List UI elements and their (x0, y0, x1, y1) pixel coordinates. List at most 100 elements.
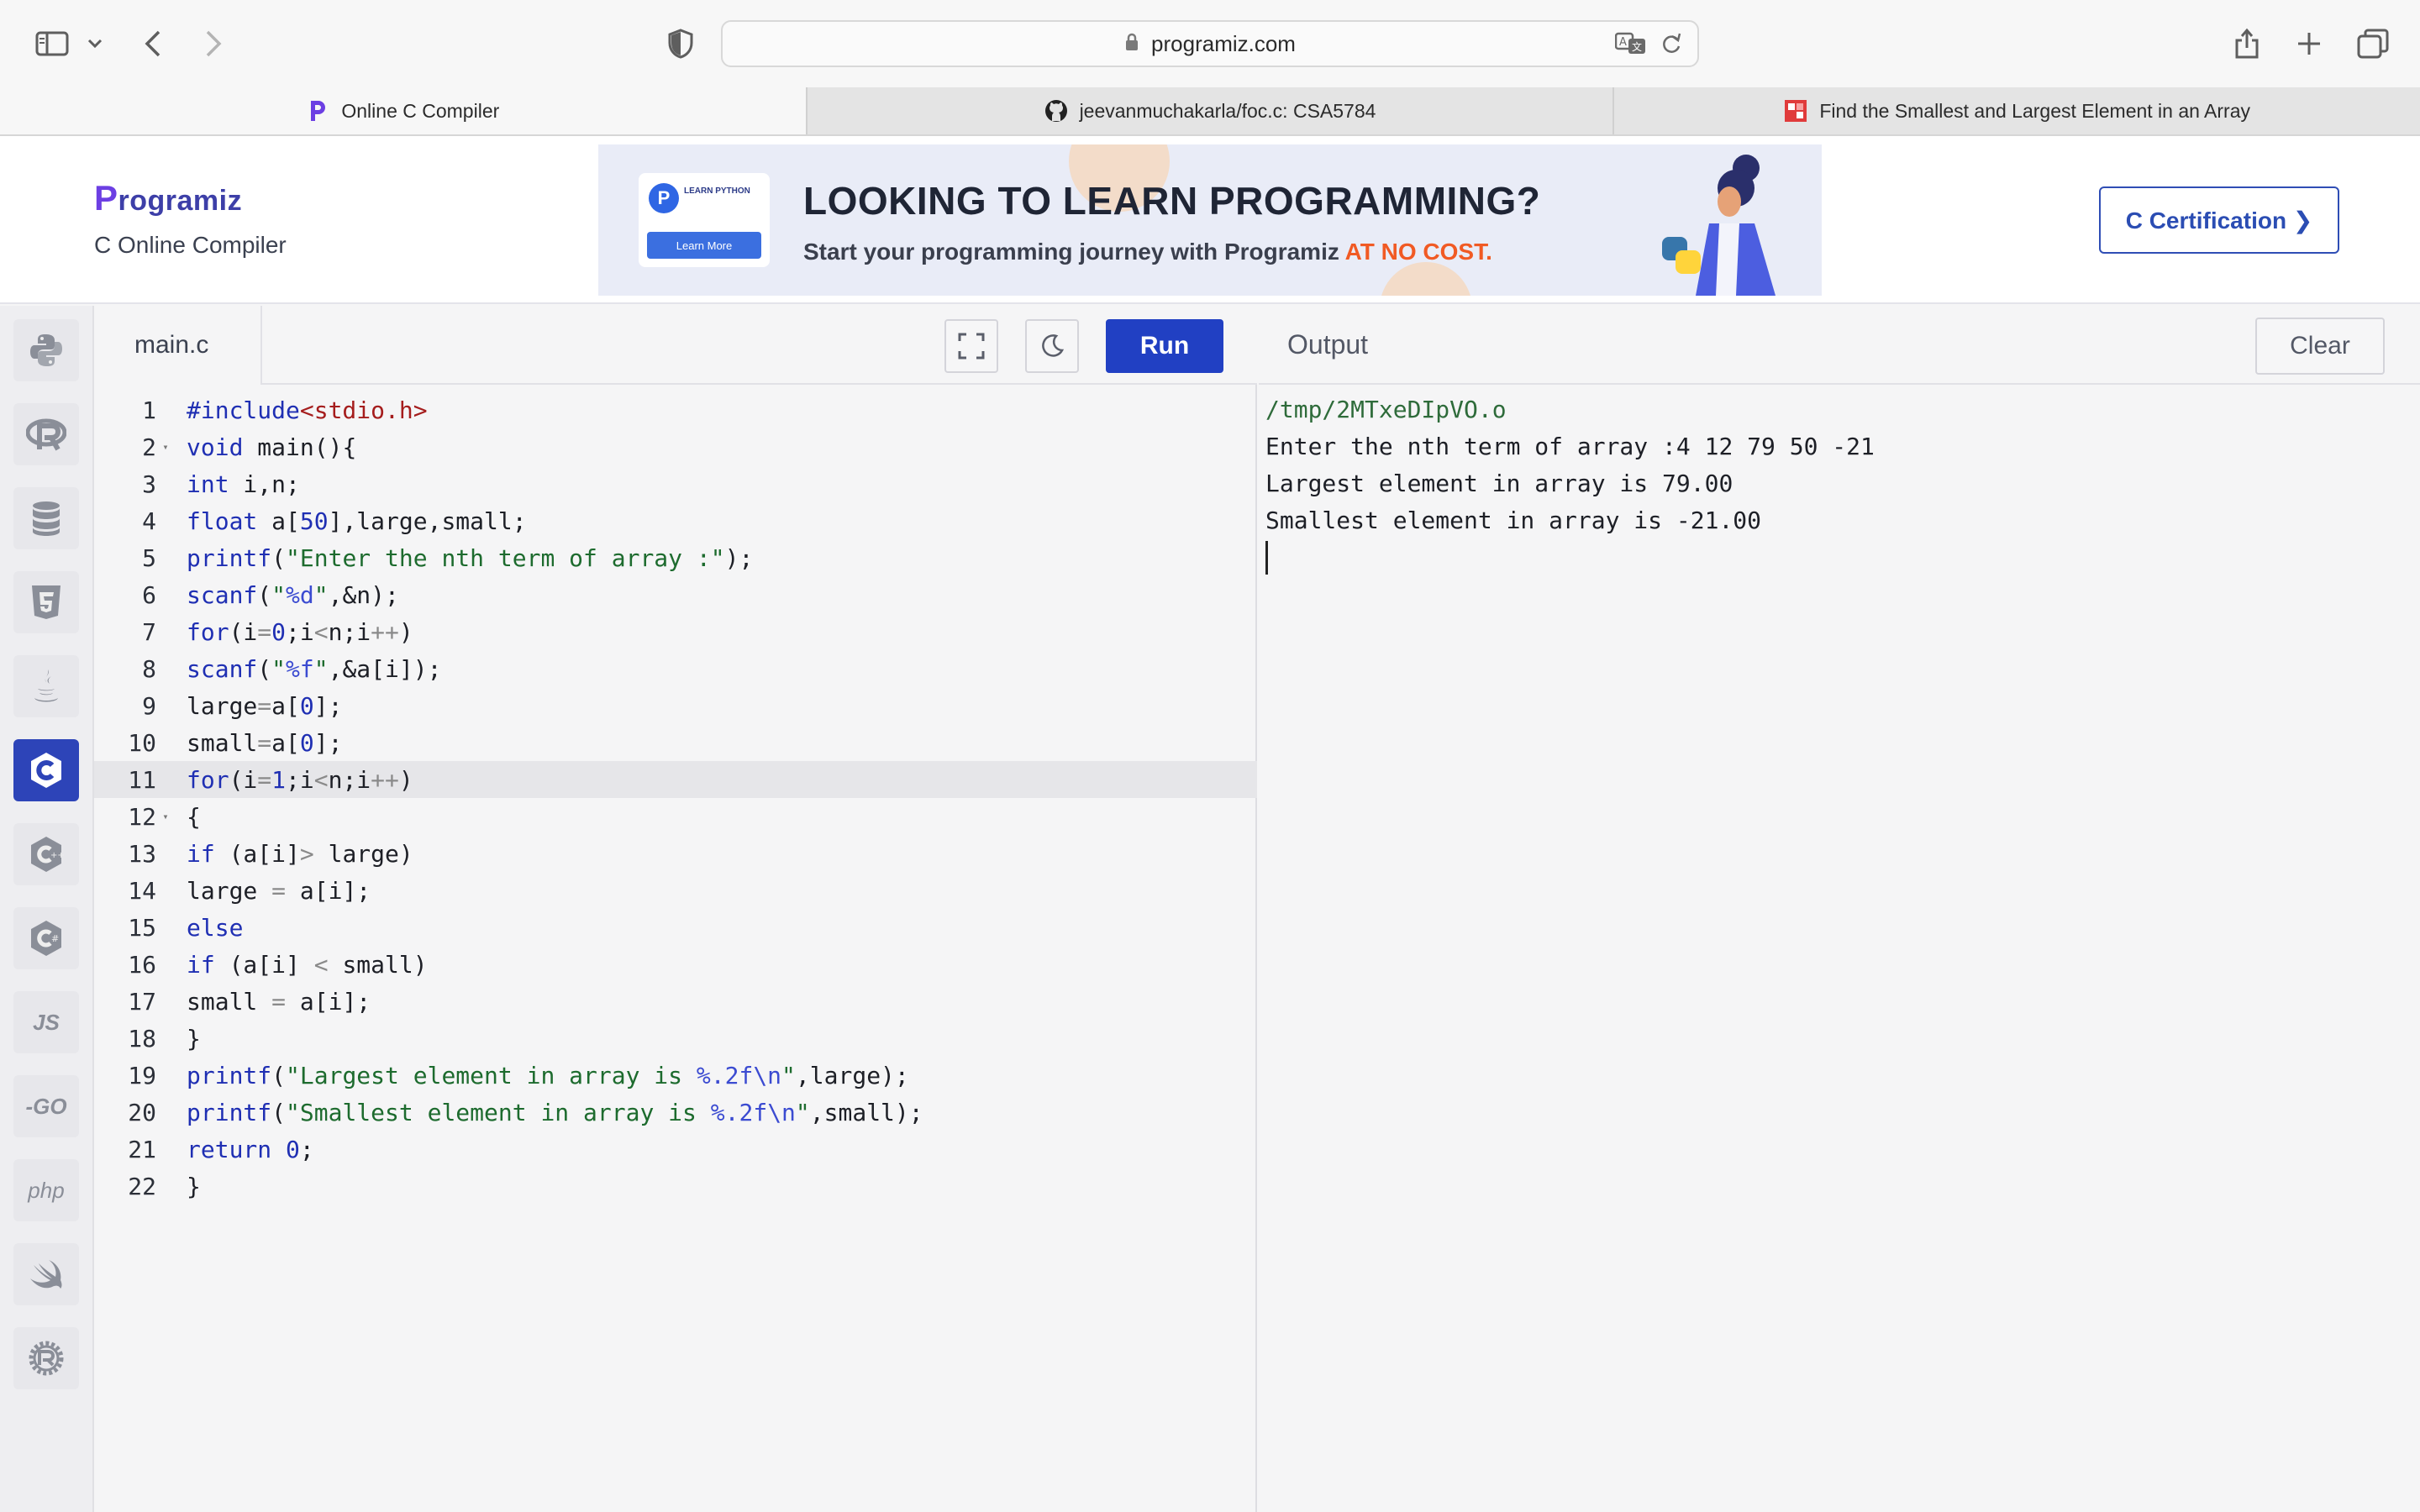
new-tab-icon[interactable] (2292, 22, 2326, 66)
programiz-logo[interactable]: Programiz (94, 178, 242, 218)
code-text: if (a[i] < small) (187, 950, 428, 979)
code-text: } (187, 1024, 201, 1053)
output-line: Smallest element in array is -21.00 (1265, 507, 1762, 534)
c-icon (31, 753, 61, 788)
code-text: small = a[i]; (187, 987, 371, 1016)
sidebar-item-csharp[interactable]: # (13, 907, 79, 969)
reload-icon[interactable] (1660, 32, 1682, 60)
code-line[interactable]: 6 scanf("%d",&n); (94, 576, 1257, 613)
sidebar-toggle-icon[interactable] (32, 22, 72, 66)
code-line[interactable]: 17 small = a[i]; (94, 983, 1257, 1020)
rust-icon (29, 1341, 64, 1376)
fold-toggle-icon[interactable]: ▾ (160, 798, 171, 835)
forward-icon[interactable] (197, 22, 230, 66)
code-line[interactable]: 13 if (a[i]> large) (94, 835, 1257, 872)
line-number: 16 (128, 950, 156, 979)
translate-icon[interactable]: A文 (1614, 32, 1647, 60)
code-line[interactable]: 11 for(i=1;i<n;i++) (94, 761, 1257, 798)
output-panel: Output Clear /tmp/2MTxeDIpVO.o Enter the … (1259, 306, 2420, 1512)
c-certification-button[interactable]: C Certification ❯ (2099, 186, 2339, 254)
gutter-spacer (160, 391, 171, 428)
tab-label: Find the Smallest and Largest Element in… (1819, 99, 2251, 122)
code-line[interactable]: 4 float a[50],large,small; (94, 502, 1257, 539)
java-icon (34, 669, 58, 702)
code-text: { (187, 802, 201, 831)
ad-banner[interactable]: P LEARN PYTHON Learn More LOOKING TO LEA… (598, 144, 1822, 296)
share-icon[interactable] (2230, 22, 2264, 66)
gutter-spacer (160, 687, 171, 724)
output-console[interactable]: /tmp/2MTxeDIpVO.o Enter the nth term of a… (1265, 391, 1875, 575)
line-number: 10 (128, 728, 156, 757)
python-icon (30, 334, 62, 366)
sidebar-item-r[interactable] (13, 403, 79, 465)
code-line[interactable]: 10 small=a[0]; (94, 724, 1257, 761)
php-icon: php (28, 1177, 65, 1203)
tab-smallest-largest[interactable]: Find the Smallest and Largest Element in… (1612, 87, 2420, 134)
sidebar-item-swift[interactable] (13, 1243, 79, 1305)
gutter-spacer (160, 946, 171, 983)
language-sidebar: ++ # JS -GO php (0, 306, 94, 1512)
gutter-spacer (160, 983, 171, 1020)
code-line[interactable]: 18} (94, 1020, 1257, 1057)
tab-github-foc[interactable]: jeevanmuchakarla/foc.c: CSA5784 (805, 87, 1613, 134)
sidebar-item-php[interactable]: php (13, 1159, 79, 1221)
code-text: if (a[i]> large) (187, 839, 413, 868)
code-line[interactable]: 1 #include<stdio.h> (94, 391, 1257, 428)
code-line[interactable]: 21 return 0; (94, 1131, 1257, 1168)
fold-toggle-icon[interactable]: ▾ (160, 428, 171, 465)
fullscreen-button[interactable] (944, 319, 998, 373)
line-number: 22 (128, 1172, 156, 1200)
sidebar-item-c[interactable] (13, 739, 79, 801)
line-number: 7 (142, 617, 156, 646)
sidebar-item-java[interactable] (13, 655, 79, 717)
privacy-shield-icon[interactable] (664, 22, 697, 66)
code-area[interactable]: 1 #include<stdio.h> 2 ▾ void main(){3 int i,n… (94, 391, 1257, 1205)
sidebar-item-go[interactable]: -GO (13, 1075, 79, 1137)
sidebar-item-sql[interactable] (13, 487, 79, 549)
sidebar-item-html[interactable] (13, 571, 79, 633)
code-line[interactable]: 5 printf("Enter the nth term of array :")… (94, 539, 1257, 576)
gutter-spacer (160, 872, 171, 909)
learn-more-button[interactable]: Learn More (647, 232, 761, 259)
run-button[interactable]: Run (1106, 319, 1223, 373)
code-line[interactable]: 15 else (94, 909, 1257, 946)
dark-mode-button[interactable] (1025, 319, 1079, 373)
code-line[interactable]: 9 large=a[0]; (94, 687, 1257, 724)
clear-button[interactable]: Clear (2255, 318, 2385, 375)
site-header: Programiz C Online Compiler P LEARN PYTH… (0, 136, 2420, 304)
line-number: 4 (142, 507, 156, 535)
address-bar[interactable]: programiz.com A文 (721, 20, 1699, 67)
line-number: 21 (128, 1135, 156, 1163)
sidebar-item-cpp[interactable]: ++ (13, 823, 79, 885)
code-text: printf("Largest element in array is %.2f… (187, 1061, 909, 1089)
sidebar-item-rust[interactable] (13, 1327, 79, 1389)
sidebar-item-python[interactable] (13, 319, 79, 381)
cpp-icon: ++ (31, 837, 64, 872)
code-line[interactable]: 7 for(i=0;i<n;i++) (94, 613, 1257, 650)
code-line[interactable]: 16 if (a[i] < small) (94, 946, 1257, 983)
r-icon (26, 418, 66, 451)
file-tab-main-c[interactable]: main.c (94, 306, 262, 385)
code-text: float a[50],large,small; (187, 507, 527, 535)
banner-card: P LEARN PYTHON Learn More (639, 173, 770, 267)
tab-online-c-compiler[interactable]: Online C Compiler (0, 87, 806, 134)
code-line[interactable]: 12 ▾ { (94, 798, 1257, 835)
code-line[interactable]: 2 ▾ void main(){ (94, 428, 1257, 465)
back-icon[interactable] (136, 22, 170, 66)
line-number: 1 (142, 396, 156, 424)
code-line[interactable]: 20 printf("Smallest element in array is %… (94, 1094, 1257, 1131)
chevron-down-icon[interactable] (84, 22, 106, 66)
github-icon (1044, 99, 1068, 123)
code-line[interactable]: 14 large = a[i]; (94, 872, 1257, 909)
output-line: /tmp/2MTxeDIpVO.o (1265, 396, 1507, 423)
sidebar-item-javascript[interactable]: JS (13, 991, 79, 1053)
code-text: return 0; (187, 1135, 314, 1163)
code-line[interactable]: 19 printf("Largest element in array is %.… (94, 1057, 1257, 1094)
code-line[interactable]: 8 scanf("%f",&a[i]); (94, 650, 1257, 687)
code-line[interactable]: 22} (94, 1168, 1257, 1205)
code-line[interactable]: 3 int i,n; (94, 465, 1257, 502)
programiz-mini-logo-icon: P (649, 183, 679, 213)
banner-headline: LOOKING TO LEARN PROGRAMMING? (803, 179, 1541, 223)
tab-overview-icon[interactable] (2354, 22, 2391, 66)
gutter-spacer (160, 613, 171, 650)
